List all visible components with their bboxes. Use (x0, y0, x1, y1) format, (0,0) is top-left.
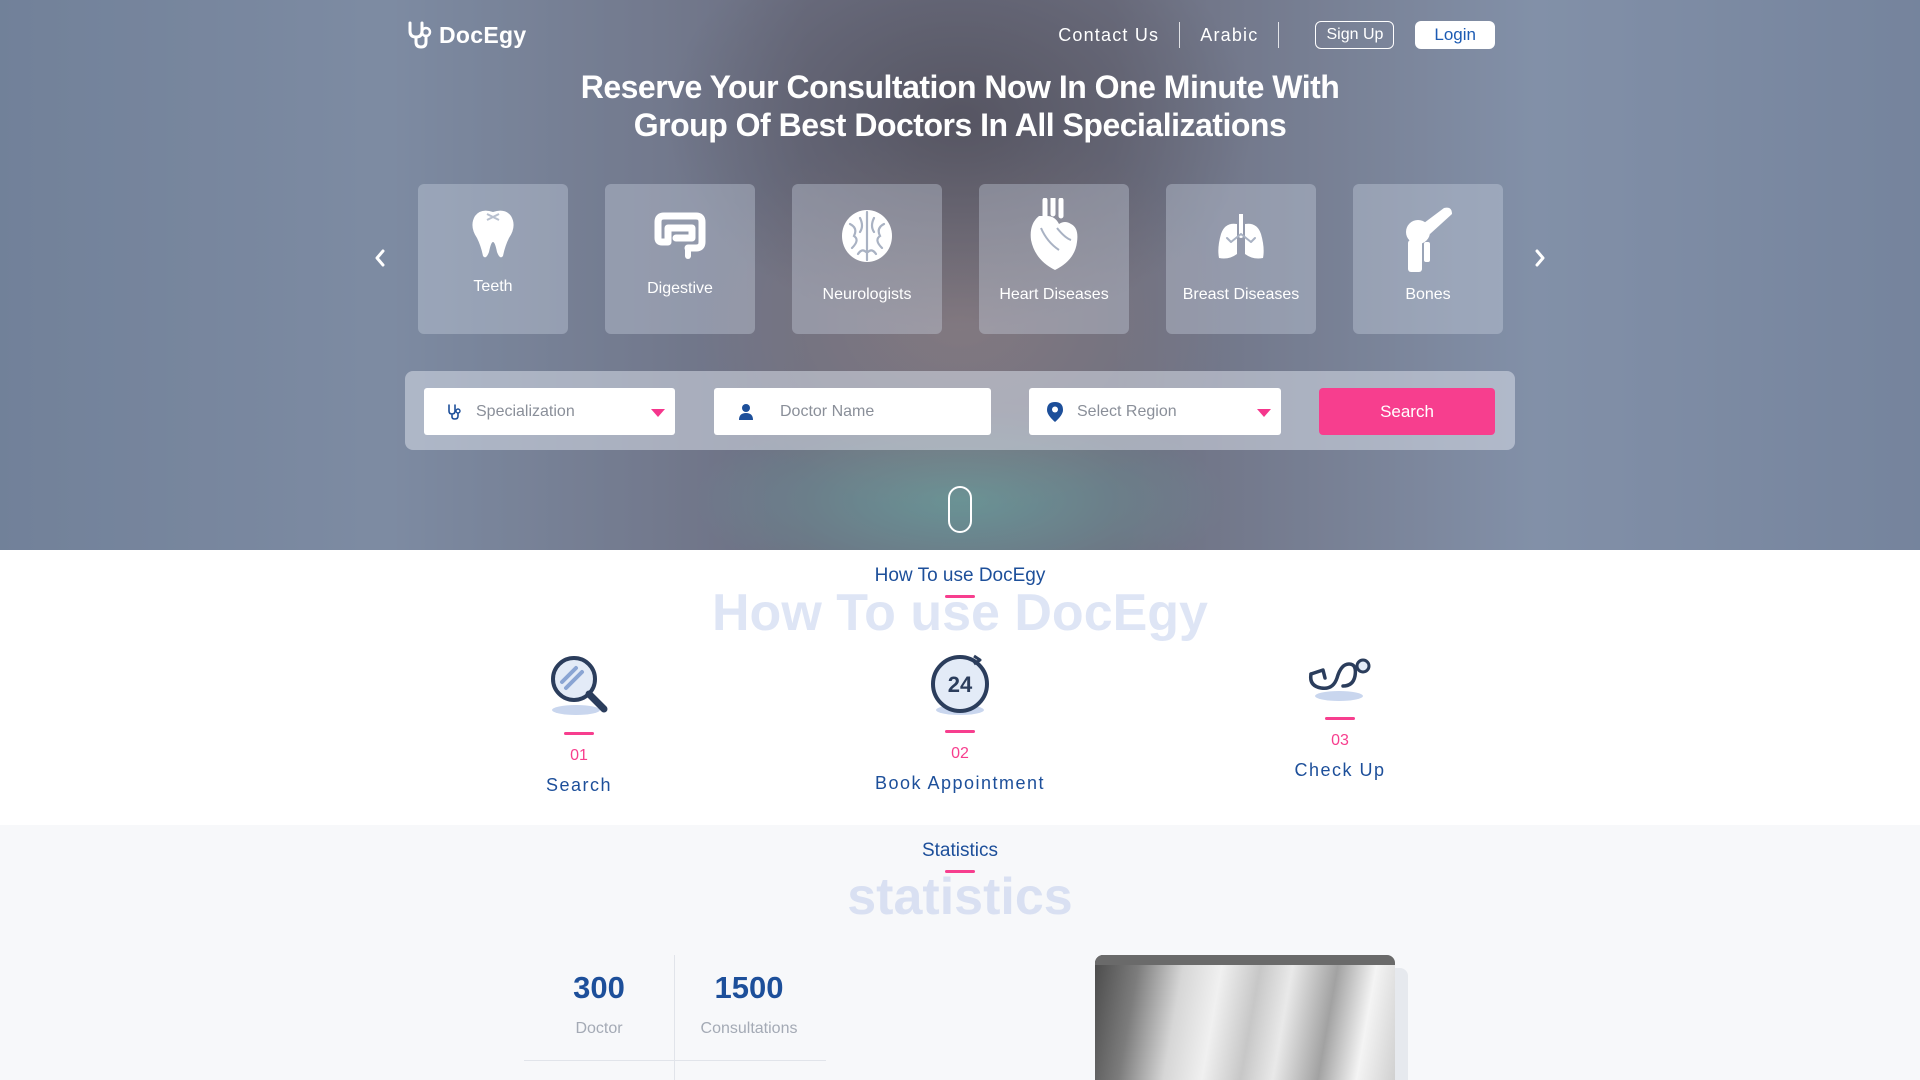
hero-title: Reserve Your Consultation Now In One Min… (0, 68, 1920, 144)
stat-divider (524, 1060, 826, 1061)
dropdown-caret-icon (1257, 409, 1271, 417)
stat-label: Consultations (700, 1020, 798, 1037)
statistics-section: Statistics statistics 300 Doctor 1500 Co… (0, 825, 1920, 1080)
step-underline (945, 730, 975, 733)
brand-name: DocEgy (439, 21, 527, 48)
carousel-prev-button[interactable] (370, 243, 390, 273)
stethoscope-icon (444, 402, 464, 422)
tooth-icon (472, 210, 514, 258)
doctor-user-icon (736, 402, 756, 422)
svg-text:24: 24 (948, 672, 973, 697)
specialty-label: Neurologists (822, 286, 912, 303)
specialty-card-bones[interactable]: Bones (1353, 184, 1503, 334)
statistics-title: Statistics (921, 840, 999, 861)
statistics-ghost-title: statistics (847, 868, 1073, 926)
doctor-photo (1095, 955, 1395, 1080)
stethoscope-logo-icon (408, 21, 432, 49)
stat-doctors: 300 Doctor (524, 970, 674, 1038)
step-label: Search (545, 775, 613, 795)
how-to-ghost-title: How To use DocEgy (712, 584, 1208, 642)
heart-icon (1030, 198, 1078, 270)
specialty-card-digestive[interactable]: Digestive (605, 184, 755, 334)
dropdown-caret-icon (651, 409, 665, 417)
specialization-placeholder: Specialization (476, 402, 575, 420)
specialty-label: Breast Diseases (1182, 286, 1300, 303)
doctor-name-placeholder: Doctor Name (780, 402, 875, 420)
carousel-next-button[interactable] (1530, 243, 1550, 273)
brain-icon (842, 210, 892, 262)
step-number: 01 (570, 747, 588, 764)
scroll-down-mouse-icon[interactable] (948, 486, 972, 533)
search-bar: Specialization Doctor Name Select Region… (405, 371, 1515, 450)
stat-label: Doctor (575, 1020, 623, 1037)
step-check-up: 03 Check Up (1260, 652, 1420, 781)
specialty-label: Bones (1405, 286, 1451, 303)
specialty-label: Digestive (647, 280, 713, 297)
login-button[interactable]: Login (1415, 21, 1495, 49)
stat-value: 1500 (714, 970, 784, 1005)
language-link[interactable]: Arabic (1180, 25, 1278, 46)
step-number: 03 (1331, 732, 1349, 749)
location-pin-icon (1045, 401, 1065, 422)
hero-section: DocEgy Contact Us Arabic Sign Up Login R… (0, 0, 1920, 550)
photo-shadow-bar (1095, 955, 1395, 965)
bone-joint-icon (1406, 207, 1452, 272)
step-underline (1325, 717, 1355, 720)
stethoscope-icon (1308, 658, 1371, 701)
hero-title-line-2: Group Of Best Doctors In All Specializat… (633, 107, 1287, 143)
step-number: 02 (951, 745, 969, 762)
stat-consultations: 1500 Consultations (674, 970, 824, 1038)
step-label: Check Up (1294, 760, 1386, 780)
top-navigation: Contact Us Arabic Sign Up Login (1038, 20, 1495, 50)
step-search: 01 Search (499, 652, 659, 796)
region-select[interactable]: Select Region (1029, 388, 1281, 435)
step-label: Book Appointment (874, 773, 1046, 793)
chevron-left-icon (375, 249, 385, 267)
logo[interactable]: DocEgy (405, 20, 526, 50)
doctor-name-input[interactable]: Doctor Name (714, 388, 991, 435)
step-underline (564, 732, 594, 735)
stat-value: 300 (573, 970, 625, 1005)
specialty-card-heart-diseases[interactable]: Heart Diseases (979, 184, 1129, 334)
specialization-select[interactable]: Specialization (424, 388, 675, 435)
sign-up-button[interactable]: Sign Up (1315, 21, 1395, 49)
step-book-appointment: 24 02 Book Appointment (860, 652, 1060, 794)
lungs-icon (1218, 214, 1264, 259)
specialty-label: Heart Diseases (999, 286, 1109, 303)
specialty-card-neurologists[interactable]: Neurologists (792, 184, 942, 334)
contact-us-link[interactable]: Contact Us (1038, 25, 1179, 46)
nav-divider (1278, 22, 1280, 48)
specialty-label: Teeth (473, 278, 513, 295)
magnifier-icon (551, 656, 608, 715)
clock-24-icon: 24 (931, 654, 989, 715)
region-placeholder: Select Region (1077, 402, 1177, 420)
search-button[interactable]: Search (1319, 388, 1495, 435)
specialty-card-teeth[interactable]: Teeth (418, 184, 568, 334)
specialty-card-breast-diseases[interactable]: Breast Diseases (1166, 184, 1316, 334)
intestine-icon (654, 212, 706, 259)
hero-title-line-1: Reserve Your Consultation Now In One Min… (580, 69, 1340, 105)
chevron-right-icon (1535, 249, 1545, 267)
